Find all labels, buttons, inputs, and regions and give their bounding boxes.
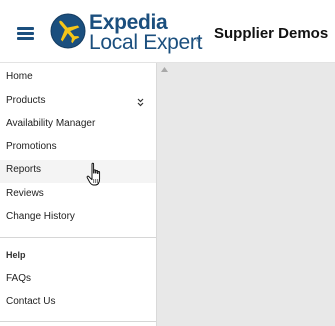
- sidebar-item-label: Change History: [6, 211, 75, 222]
- sidebar-item-label: Home: [6, 71, 33, 82]
- sidebar-item-label: FAQs: [6, 273, 32, 284]
- sidebar-item-change-history[interactable]: Change History: [0, 207, 156, 230]
- sidebar-item-label: Promotions: [6, 141, 57, 152]
- sidebar-item-products[interactable]: Products: [0, 91, 156, 114]
- sidebar-item-label: Reviews: [6, 188, 44, 199]
- sidebar-item-reports[interactable]: Reports: [0, 160, 156, 183]
- sidebar-item-contact-us[interactable]: Contact Us: [0, 292, 156, 315]
- help-section-heading: Help: [6, 250, 26, 260]
- sidebar-divider: [0, 321, 156, 322]
- supplier-name: Supplier Demos: [214, 25, 329, 42]
- main-content-area: [157, 63, 335, 326]
- sidebar-item-label: Availability Manager: [6, 118, 96, 129]
- top-header: Expedia Local Expert ® Supplier Demos: [0, 0, 335, 63]
- double-chevron-down-icon[interactable]: [137, 98, 144, 107]
- expedia-globe-logo-icon: [50, 13, 86, 49]
- sidebar-item-reviews[interactable]: Reviews: [0, 184, 156, 207]
- scroll-up-arrow-icon[interactable]: [161, 67, 168, 72]
- registered-mark: ®: [196, 37, 202, 44]
- sidebar-item-home[interactable]: Home: [0, 67, 156, 90]
- sidebar-item-label: Reports: [6, 164, 42, 175]
- sidebar-item-promotions[interactable]: Promotions: [0, 137, 156, 160]
- sidebar-divider: [0, 237, 156, 238]
- brand-name-local-expert: Local Expert: [89, 31, 203, 54]
- hamburger-menu-icon[interactable]: [17, 27, 34, 40]
- sidebar-item-availability-manager[interactable]: Availability Manager: [0, 114, 156, 137]
- sidebar-item-label: Products: [6, 95, 46, 106]
- sidebar-nav: Home Products Availability Manager Promo…: [0, 63, 157, 326]
- sidebar-item-faqs[interactable]: FAQs: [0, 269, 156, 292]
- sidebar-item-label: Contact Us: [6, 296, 56, 307]
- app-window: Expedia Local Expert ® Supplier Demos Ho…: [0, 0, 335, 326]
